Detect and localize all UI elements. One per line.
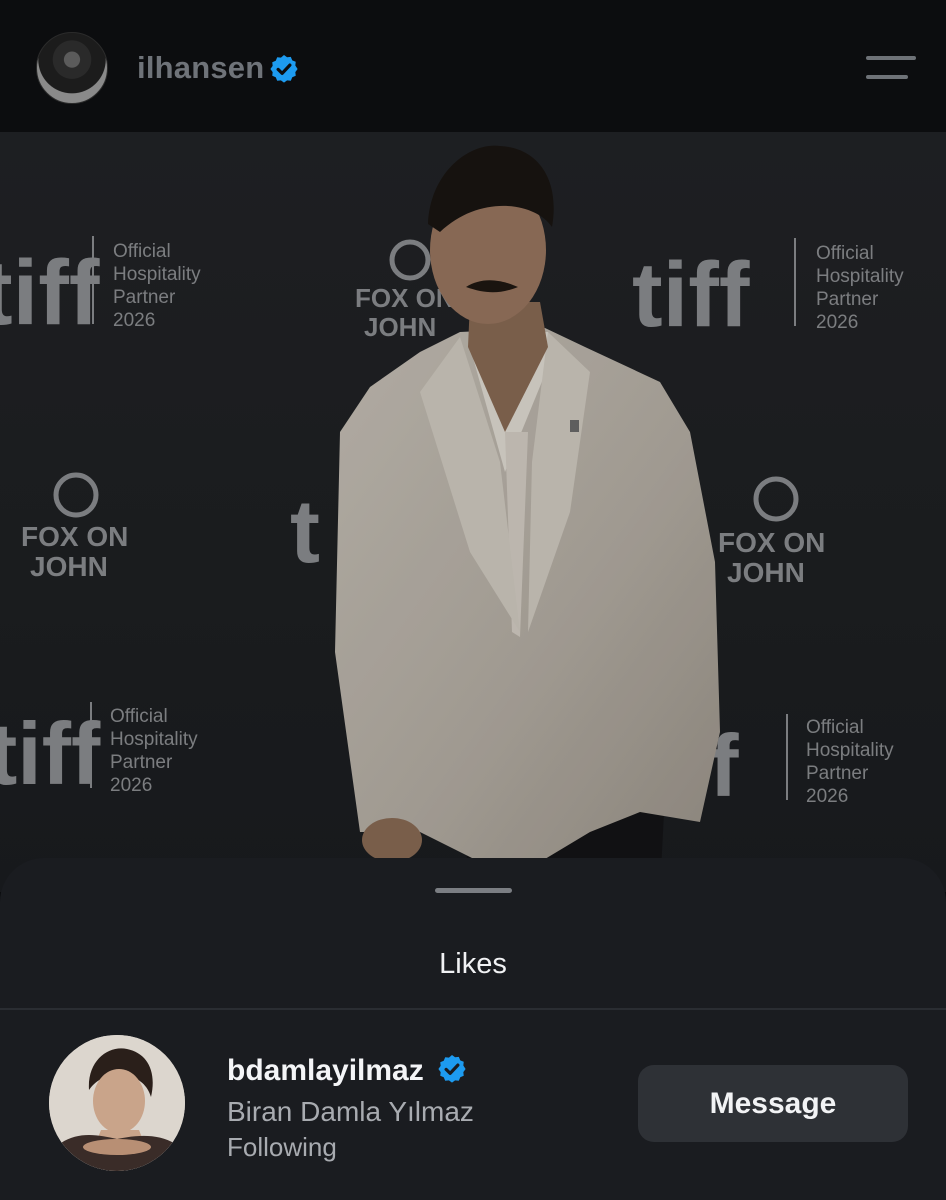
- post-photo[interactable]: tiff Official Hospitality Partner 2026 t…: [0, 132, 946, 892]
- profile-avatar[interactable]: [36, 32, 108, 104]
- profile-username[interactable]: ilhansen: [137, 50, 264, 86]
- list-item[interactable]: bdamlayilmaz Biran Damla Yılmaz Followin…: [0, 1010, 946, 1200]
- avatar[interactable]: [49, 1035, 185, 1171]
- like-username[interactable]: bdamlayilmaz: [227, 1054, 424, 1088]
- follow-status: Following: [227, 1132, 337, 1162]
- menu-icon[interactable]: [866, 54, 916, 84]
- likes-sheet: Likes bdamlayilmaz Biran Damla Yılmaz Fo…: [0, 858, 946, 1200]
- sheet-title: Likes: [439, 948, 507, 980]
- profile-header: ilhansen: [0, 0, 946, 132]
- message-button[interactable]: Message: [638, 1065, 908, 1142]
- verified-badge-icon: [270, 55, 298, 83]
- sheet-drag-handle[interactable]: [435, 888, 512, 893]
- like-full-name: Biran Damla Yılmaz: [227, 1096, 474, 1127]
- verified-badge-icon: [438, 1055, 466, 1083]
